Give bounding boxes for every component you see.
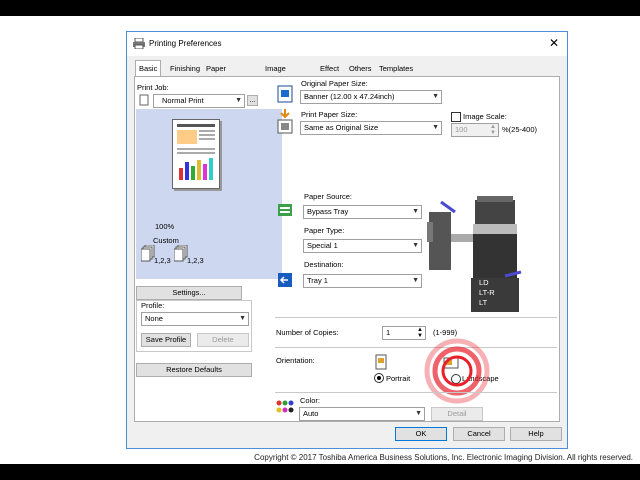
tab-paper-handling[interactable]: Paper Handling (203, 62, 239, 86)
color-label: Color: (300, 396, 321, 405)
profile-select[interactable]: None ▼ (141, 312, 249, 326)
portrait-page-icon (375, 354, 387, 370)
preview-mode-label: Custom (153, 236, 179, 245)
color-select[interactable]: Auto ▼ (299, 407, 425, 421)
paper-type-value: Special 1 (307, 241, 338, 250)
printer-label-ld: LD (479, 278, 489, 287)
paper-source-select[interactable]: Bypass Tray ▼ (303, 205, 422, 219)
chevron-down-icon: ▼ (432, 93, 439, 100)
delete-profile-button[interactable]: Delete (197, 333, 249, 347)
print-paper-size-label: Print Paper Size: (301, 110, 358, 119)
title-bar: Printing Preferences ✕ (127, 32, 567, 56)
tab-effect[interactable]: Effect (317, 62, 342, 75)
image-scale-range: %(25-400) (502, 125, 538, 134)
print-paper-size-select[interactable]: Same as Original Size ▼ (300, 121, 442, 135)
copies-value: 1 (386, 328, 391, 337)
collate-icon (141, 245, 155, 262)
printer-device-icon (427, 196, 522, 312)
settings-button[interactable]: Settings... (136, 286, 242, 300)
copyright-text: Copyright © 2017 Toshiba America Busines… (254, 453, 633, 462)
ok-button[interactable]: OK (395, 427, 447, 441)
tab-basic[interactable]: Basic (135, 60, 162, 76)
tab-others[interactable]: Others (346, 62, 375, 75)
portrait-radio[interactable] (374, 373, 384, 383)
color-value: Auto (303, 409, 319, 418)
chevron-down-icon: ▼ (432, 124, 439, 131)
print-job-more-button[interactable]: ... (247, 95, 258, 106)
color-detail-button[interactable]: Detail (431, 407, 483, 421)
help-button[interactable]: Help (510, 427, 562, 441)
cancel-button[interactable]: Cancel (453, 427, 505, 441)
destination-label: Destination: (304, 260, 344, 269)
chevron-down-icon: ▼ (412, 208, 419, 215)
letterbox-top (0, 0, 640, 16)
portrait-label: Portrait (386, 374, 411, 383)
print-job-value: Normal Print (162, 96, 204, 105)
image-scale-checkbox[interactable] (451, 112, 461, 122)
copies-label: Number of Copies: (276, 328, 339, 337)
chevron-down-icon: ▼ (239, 315, 246, 322)
document-icon (139, 94, 149, 106)
paper-type-select[interactable]: Special 1 ▼ (303, 239, 422, 253)
window-title: Printing Preferences (149, 39, 222, 48)
original-paper-size-value: Banner (12.00 x 47.24inch) (304, 92, 395, 101)
printing-preferences-dialog: Printing Preferences ✕ Basic Finishing P… (126, 31, 568, 449)
tab-finishing[interactable]: Finishing (167, 62, 203, 75)
basic-tab-panel: Print Job: Normal Print ▼ ... 100% Custo… (134, 76, 560, 422)
divider (275, 347, 557, 348)
copies-input[interactable]: 1 ▲ ▼ (382, 326, 426, 340)
destination-tray-icon (278, 273, 292, 287)
save-profile-button[interactable]: Save Profile (141, 333, 191, 347)
collate-icon-2 (174, 245, 188, 262)
preview-page (172, 119, 220, 189)
profile-label: Profile: (141, 301, 165, 310)
chevron-down-icon: ▼ (415, 410, 422, 417)
paper-source-tray-icon (278, 204, 292, 216)
preview-page-thumbnail (177, 124, 215, 180)
restore-defaults-button[interactable]: Restore Defaults (136, 363, 252, 377)
print-job-select[interactable]: Normal Print ▼ (153, 94, 245, 108)
preview-zoom-label: 100% (155, 222, 175, 231)
color-palette-icon (276, 400, 294, 413)
chevron-down-icon: ▼ (412, 242, 419, 249)
click-highlight-ring (424, 338, 490, 404)
printer-label-lt-r: LT-R (479, 288, 495, 297)
image-scale-input[interactable]: 100 ▲ ▼ (451, 123, 499, 137)
printer-icon (133, 38, 145, 49)
original-paper-size-select[interactable]: Banner (12.00 x 47.24inch) ▼ (300, 90, 442, 104)
print-paper-size-icon (277, 109, 293, 134)
print-job-label: Print Job: (137, 83, 169, 92)
destination-value: Tray 1 (307, 276, 328, 285)
divider (275, 392, 557, 393)
chevron-down-icon: ▼ (235, 97, 242, 104)
tab-image-quality[interactable]: Image Quality (262, 62, 291, 86)
paper-source-label: Paper Source: (304, 192, 352, 201)
paper-source-value: Bypass Tray (307, 207, 349, 216)
profile-value: None (145, 314, 163, 323)
spinner-arrows-icon: ▲ ▼ (490, 124, 496, 136)
copies-range: (1-999) (433, 328, 458, 337)
close-button[interactable]: ✕ (549, 36, 559, 50)
page-preview: 100% Custom 1,2,3 1,2,3 (136, 109, 282, 279)
original-paper-size-label: Original Paper Size: (301, 79, 368, 88)
original-paper-size-icon (277, 85, 293, 103)
image-scale-value: 100 (455, 125, 468, 134)
destination-select[interactable]: Tray 1 ▼ (303, 274, 422, 288)
collate-sequence-a: 1,2,3 (154, 256, 171, 265)
paper-type-label: Paper Type: (304, 226, 345, 235)
chevron-down-icon: ▼ (412, 277, 419, 284)
divider (275, 317, 557, 318)
collate-sequence-b: 1,2,3 (187, 256, 204, 265)
tab-templates[interactable]: Templates (376, 62, 416, 75)
letterbox-bottom (0, 464, 640, 480)
print-paper-size-value: Same as Original Size (304, 123, 379, 132)
image-scale-label: Image Scale: (463, 112, 507, 121)
orientation-label: Orientation: (276, 356, 315, 365)
printer-label-lt: LT (479, 298, 488, 307)
